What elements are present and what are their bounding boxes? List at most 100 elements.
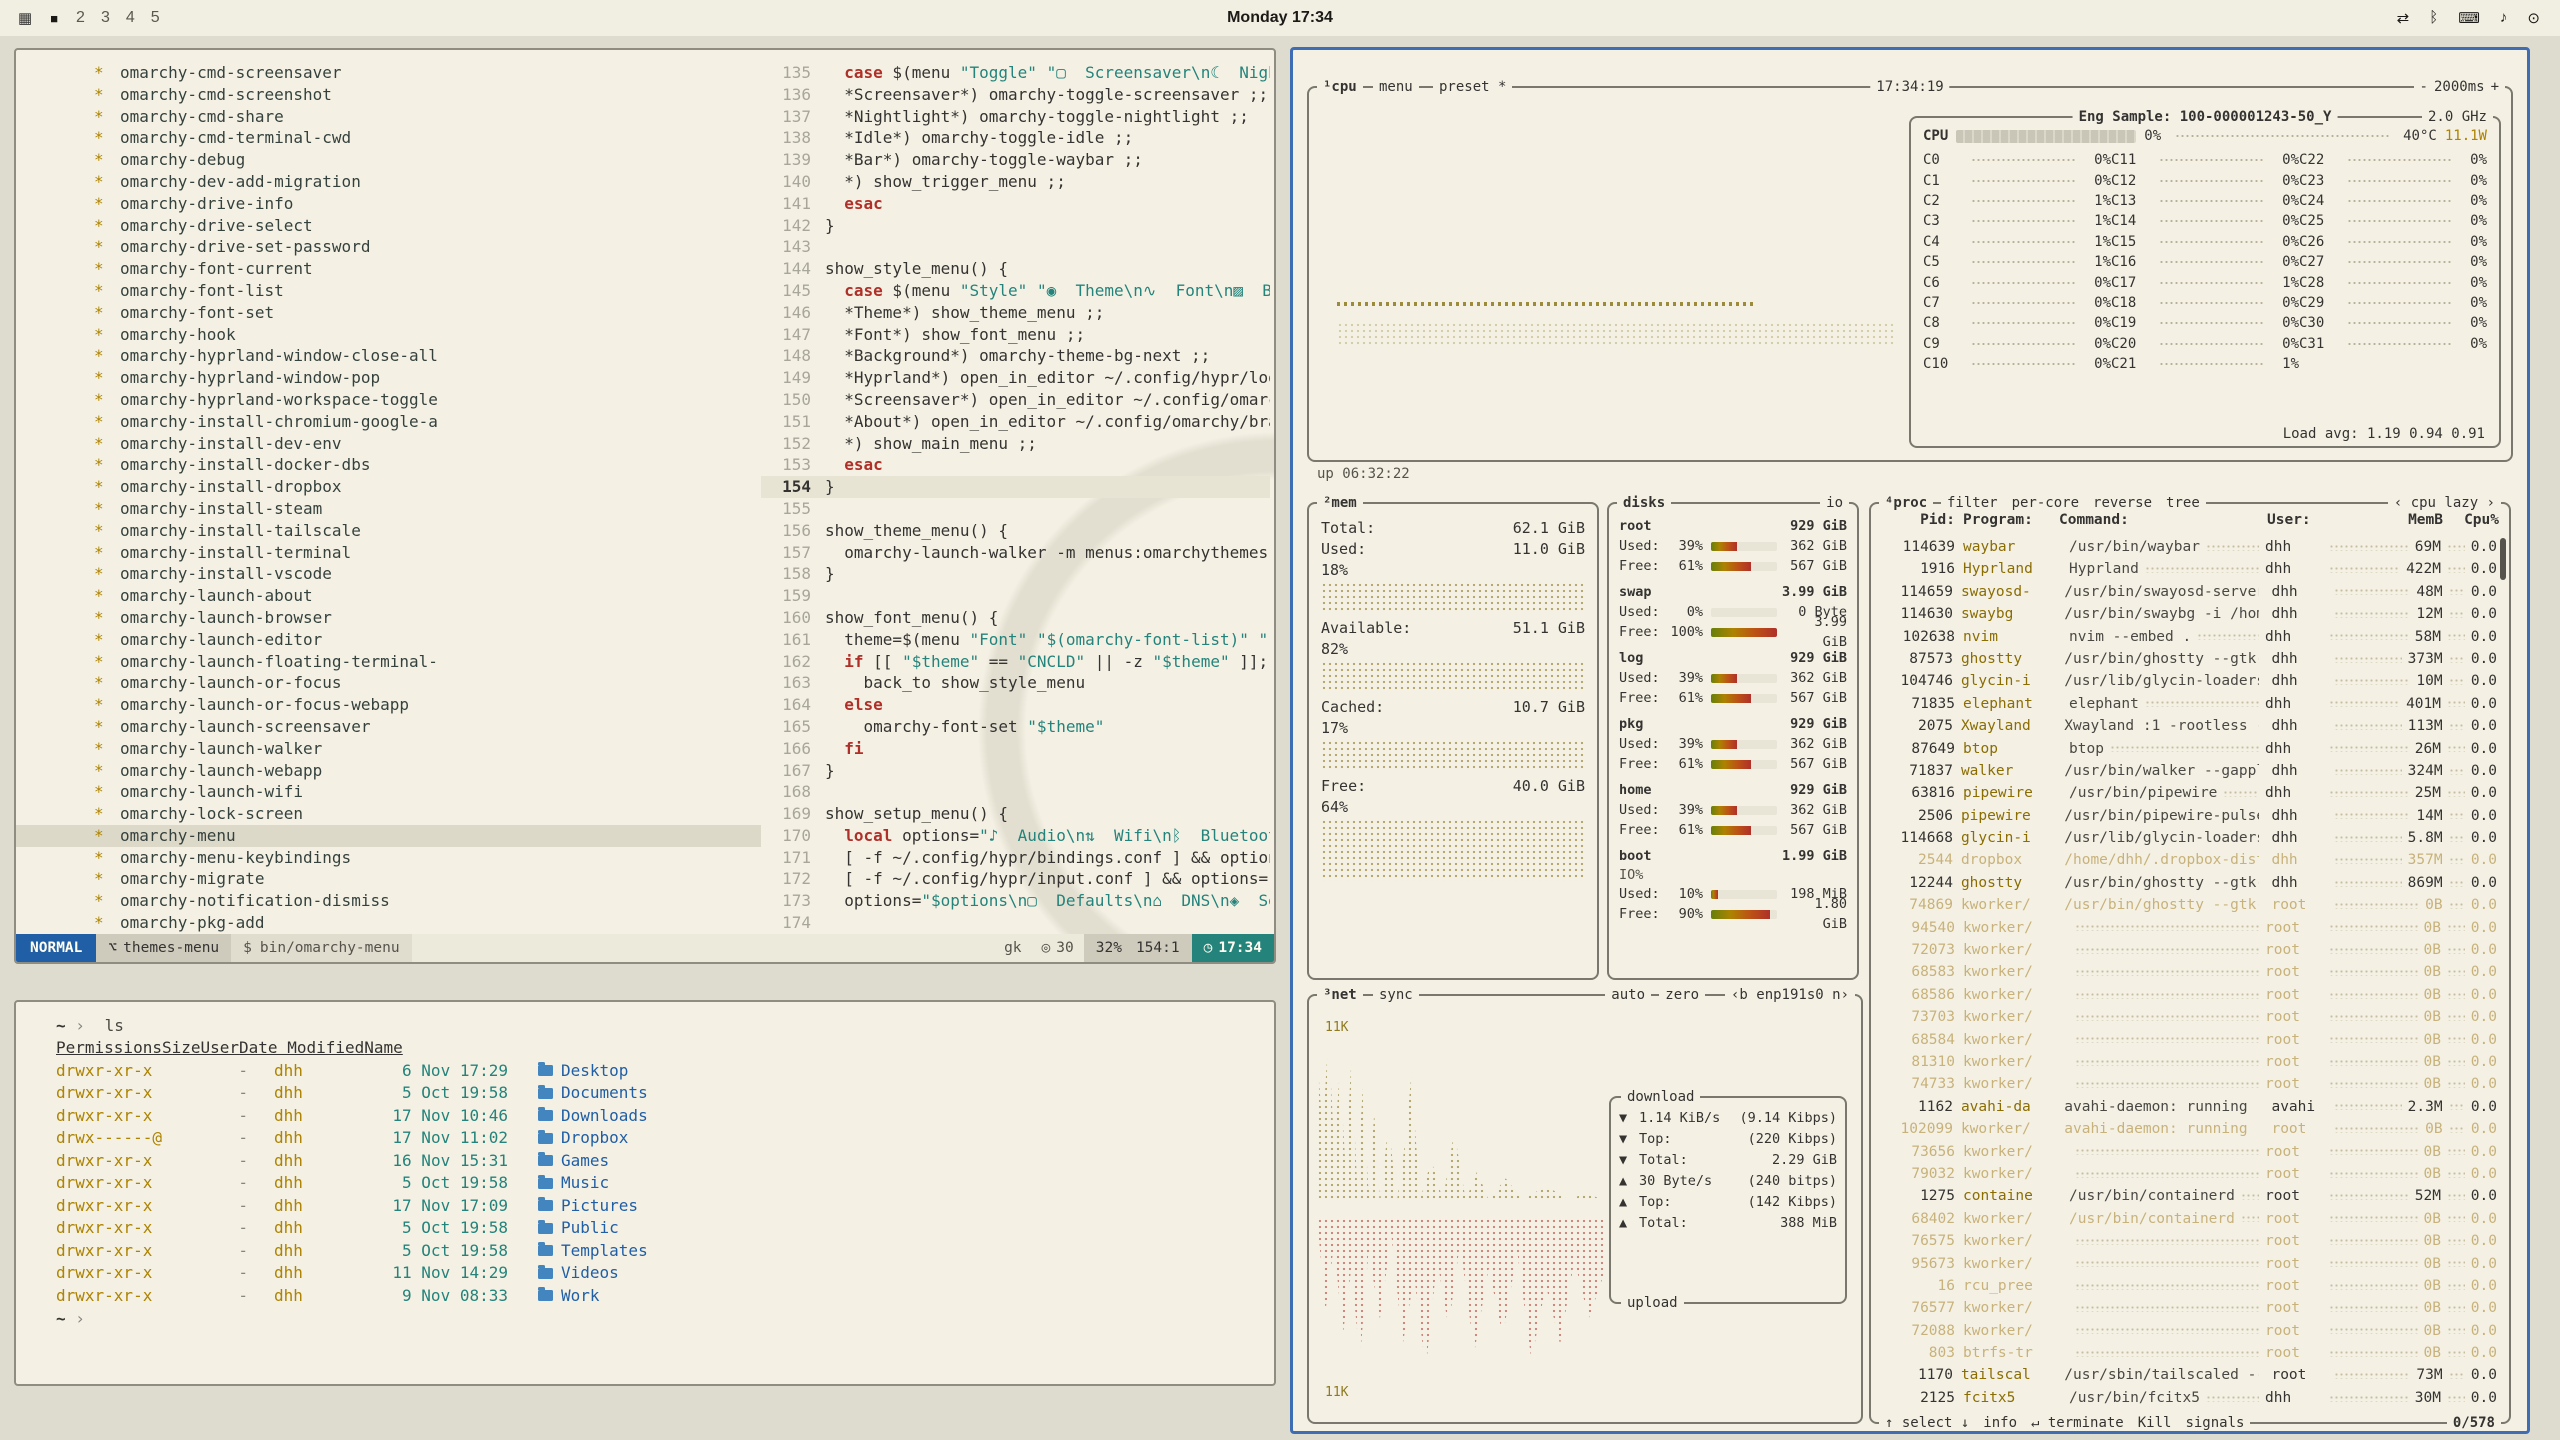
file-item[interactable]: * omarchy-pkg-add xyxy=(16,912,761,934)
process-row[interactable]: 87573 ghostty /usr/bin/ghostty --gtk- dh… xyxy=(1881,648,2497,670)
process-row[interactable]: 76575 kworker/ root 0B 0.0 xyxy=(1881,1230,2497,1252)
file-item[interactable]: * omarchy-launch-screensaver xyxy=(16,716,761,738)
net-zero-toggle[interactable]: zero xyxy=(1659,985,1705,1005)
process-row[interactable]: 803 btrfs-tr root 0B 0.0 xyxy=(1881,1342,2497,1364)
file-item[interactable]: * omarchy-hook xyxy=(16,324,761,346)
file-item[interactable]: * omarchy-launch-wifi xyxy=(16,781,761,803)
process-row[interactable]: 68586 kworker/ root 0B 0.0 xyxy=(1881,984,2497,1006)
process-row[interactable]: 114668 glycin-i /usr/lib/glycin-loaders … xyxy=(1881,827,2497,849)
process-row[interactable]: 71837 walker /usr/bin/walker --gappl dhh… xyxy=(1881,760,2497,782)
proc-option-button[interactable]: tree xyxy=(2166,493,2200,513)
col-command[interactable]: Command: xyxy=(2059,512,2267,528)
file-item[interactable]: * omarchy-launch-or-focus-webapp xyxy=(16,694,761,716)
file-item[interactable]: * omarchy-launch-about xyxy=(16,585,761,607)
file-item[interactable]: * omarchy-drive-info xyxy=(16,193,761,215)
process-row[interactable]: 2075 Xwayland Xwayland :1 -rootless - dh… xyxy=(1881,715,2497,737)
file-item[interactable]: * omarchy-font-list xyxy=(16,280,761,302)
process-row[interactable]: 102638 nvim nvim --embed . dhh 58M 0.0 xyxy=(1881,626,2497,648)
file-item[interactable]: * omarchy-migrate xyxy=(16,868,761,890)
process-row[interactable]: 68402 kworker/ /usr/bin/containerd root … xyxy=(1881,1208,2497,1230)
file-item[interactable]: * omarchy-cmd-screenshot xyxy=(16,84,761,106)
tray-icon[interactable]: ⌨ xyxy=(2458,9,2480,27)
process-row[interactable]: 73656 kworker/ root 0B 0.0 xyxy=(1881,1141,2497,1163)
file-item[interactable]: * omarchy-dev-add-migration xyxy=(16,171,761,193)
file-item[interactable]: * omarchy-install-dev-env xyxy=(16,433,761,455)
process-row[interactable]: 72073 kworker/ root 0B 0.0 xyxy=(1881,939,2497,961)
net-interface-selector[interactable]: ‹b enp191s0 n› xyxy=(1725,985,1855,1005)
col-mem[interactable]: MemB xyxy=(2325,512,2443,528)
process-row[interactable]: 16 rcu_pree root 0B 0.0 xyxy=(1881,1275,2497,1297)
process-row[interactable]: 104746 glycin-i /usr/lib/glycin-loaders … xyxy=(1881,670,2497,692)
proc-option-button[interactable]: reverse xyxy=(2093,493,2152,513)
file-item[interactable]: * omarchy-install-tailscale xyxy=(16,520,761,542)
process-row[interactable]: 1162 avahi-da avahi-daemon: running [ av… xyxy=(1881,1096,2497,1118)
tab-net[interactable]: ³net xyxy=(1317,985,1363,1005)
process-row[interactable]: 72088 kworker/ root 0B 0.0 xyxy=(1881,1320,2497,1342)
file-item[interactable]: * omarchy-cmd-share xyxy=(16,106,761,128)
col-program[interactable]: Program: xyxy=(1963,512,2059,528)
process-row[interactable]: 12244 ghostty /usr/bin/ghostty --gtk- dh… xyxy=(1881,872,2497,894)
terminal-window[interactable]: ~ › ls PermissionsSizeUserDate ModifiedN… xyxy=(14,1000,1276,1386)
process-row[interactable]: 2506 pipewire /usr/bin/pipewire-pulse dh… xyxy=(1881,805,2497,827)
file-item[interactable]: * omarchy-font-current xyxy=(16,258,761,280)
tray-icon[interactable]: ♪ xyxy=(2500,9,2508,27)
kill-button[interactable]: Kill xyxy=(2138,1413,2172,1433)
proc-option-button[interactable]: filter xyxy=(1947,493,1998,513)
process-row[interactable]: 114639 waybar /usr/bin/waybar dhh 69M 0.… xyxy=(1881,536,2497,558)
workspace-1-active[interactable]: ■ xyxy=(50,11,58,26)
workspace-item[interactable]: 3 xyxy=(101,9,110,27)
menu-button[interactable]: menu xyxy=(1373,77,1419,97)
tab-proc[interactable]: ⁴proc xyxy=(1879,493,1933,513)
workspace-item[interactable]: 5 xyxy=(151,9,160,27)
col-pid[interactable]: Pid: xyxy=(1881,512,1963,528)
process-scrollbar[interactable] xyxy=(2500,538,2506,580)
file-item[interactable]: * omarchy-hyprland-window-close-all xyxy=(16,345,761,367)
clock[interactable]: Monday 17:34 xyxy=(1227,9,1333,27)
workspace-item[interactable]: 2 xyxy=(76,9,85,27)
disks-title[interactable]: disks xyxy=(1617,493,1671,513)
process-row[interactable]: 63816 pipewire /usr/bin/pipewire dhh 25M… xyxy=(1881,782,2497,804)
file-item[interactable]: * omarchy-launch-walker xyxy=(16,738,761,760)
file-item[interactable]: * omarchy-cmd-terminal-cwd xyxy=(16,127,761,149)
file-item[interactable]: * omarchy-launch-floating-terminal- xyxy=(16,651,761,673)
proc-sort-selector[interactable]: ‹ cpu lazy › xyxy=(2388,493,2501,513)
file-item[interactable]: * omarchy-hyprland-workspace-toggle xyxy=(16,389,761,411)
tray-icon[interactable]: ⇄ xyxy=(2397,9,2410,27)
file-item[interactable]: * omarchy-menu-keybindings xyxy=(16,847,761,869)
prompt-line[interactable]: ~ › xyxy=(56,1307,1274,1330)
net-auto-toggle[interactable]: auto xyxy=(1605,985,1651,1005)
file-item[interactable]: * omarchy-font-set xyxy=(16,302,761,324)
file-item[interactable]: * omarchy-hyprland-window-pop xyxy=(16,367,761,389)
tray-icon[interactable]: ᛒ xyxy=(2429,9,2438,27)
process-row[interactable]: 1170 tailscal /usr/sbin/tailscaled -- ro… xyxy=(1881,1364,2497,1386)
interval-increase-button[interactable]: + xyxy=(2491,77,2499,97)
net-sync-toggle[interactable]: sync xyxy=(1373,985,1419,1005)
process-row[interactable]: 114659 swayosd- /usr/bin/swayosd-server … xyxy=(1881,581,2497,603)
process-row[interactable]: 2544 dropbox /home/dhh/.dropbox-dist dhh… xyxy=(1881,849,2497,871)
tray-icon[interactable]: ⊙ xyxy=(2527,9,2540,27)
process-row[interactable]: 76577 kworker/ root 0B 0.0 xyxy=(1881,1297,2497,1319)
process-row[interactable]: 95673 kworker/ root 0B 0.0 xyxy=(1881,1253,2497,1275)
file-item[interactable]: * omarchy-lock-screen xyxy=(16,803,761,825)
file-item[interactable]: * omarchy-cmd-screensaver xyxy=(16,62,761,84)
tab-cpu[interactable]: ¹cpu xyxy=(1317,77,1363,97)
tab-mem[interactable]: ²mem xyxy=(1317,493,1363,513)
process-row[interactable]: 1275 containe /usr/bin/containerd root 5… xyxy=(1881,1185,2497,1207)
process-row[interactable]: 114630 swaybg /usr/bin/swaybg -i /hom dh… xyxy=(1881,603,2497,625)
process-row[interactable]: 68584 kworker/ root 0B 0.0 xyxy=(1881,1029,2497,1051)
file-item[interactable]: * omarchy-install-chromium-google-a xyxy=(16,411,761,433)
code-pane[interactable]: case $(menu "Toggle" "▢ Screensaver\n☾ N… xyxy=(825,62,1270,934)
file-item[interactable]: * omarchy-install-vscode xyxy=(16,563,761,585)
process-row[interactable]: 68583 kworker/ root 0B 0.0 xyxy=(1881,961,2497,983)
col-cpu[interactable]: Cpu% xyxy=(2443,512,2499,528)
terminate-button[interactable]: ↵ terminate xyxy=(2031,1413,2124,1433)
col-user[interactable]: User: xyxy=(2267,512,2325,528)
file-item[interactable]: * omarchy-install-terminal xyxy=(16,542,761,564)
process-row[interactable]: 74733 kworker/ root 0B 0.0 xyxy=(1881,1073,2497,1095)
file-item[interactable]: * omarchy-install-steam xyxy=(16,498,761,520)
file-item[interactable]: * omarchy-launch-browser xyxy=(16,607,761,629)
workspace-item[interactable]: 4 xyxy=(126,9,135,27)
file-item[interactable]: * omarchy-install-dropbox xyxy=(16,476,761,498)
select-buttons[interactable]: ↑ select ↓ xyxy=(1885,1413,1969,1433)
process-row[interactable]: 74869 kworker/ /usr/bin/ghostty --gtk- r… xyxy=(1881,894,2497,916)
